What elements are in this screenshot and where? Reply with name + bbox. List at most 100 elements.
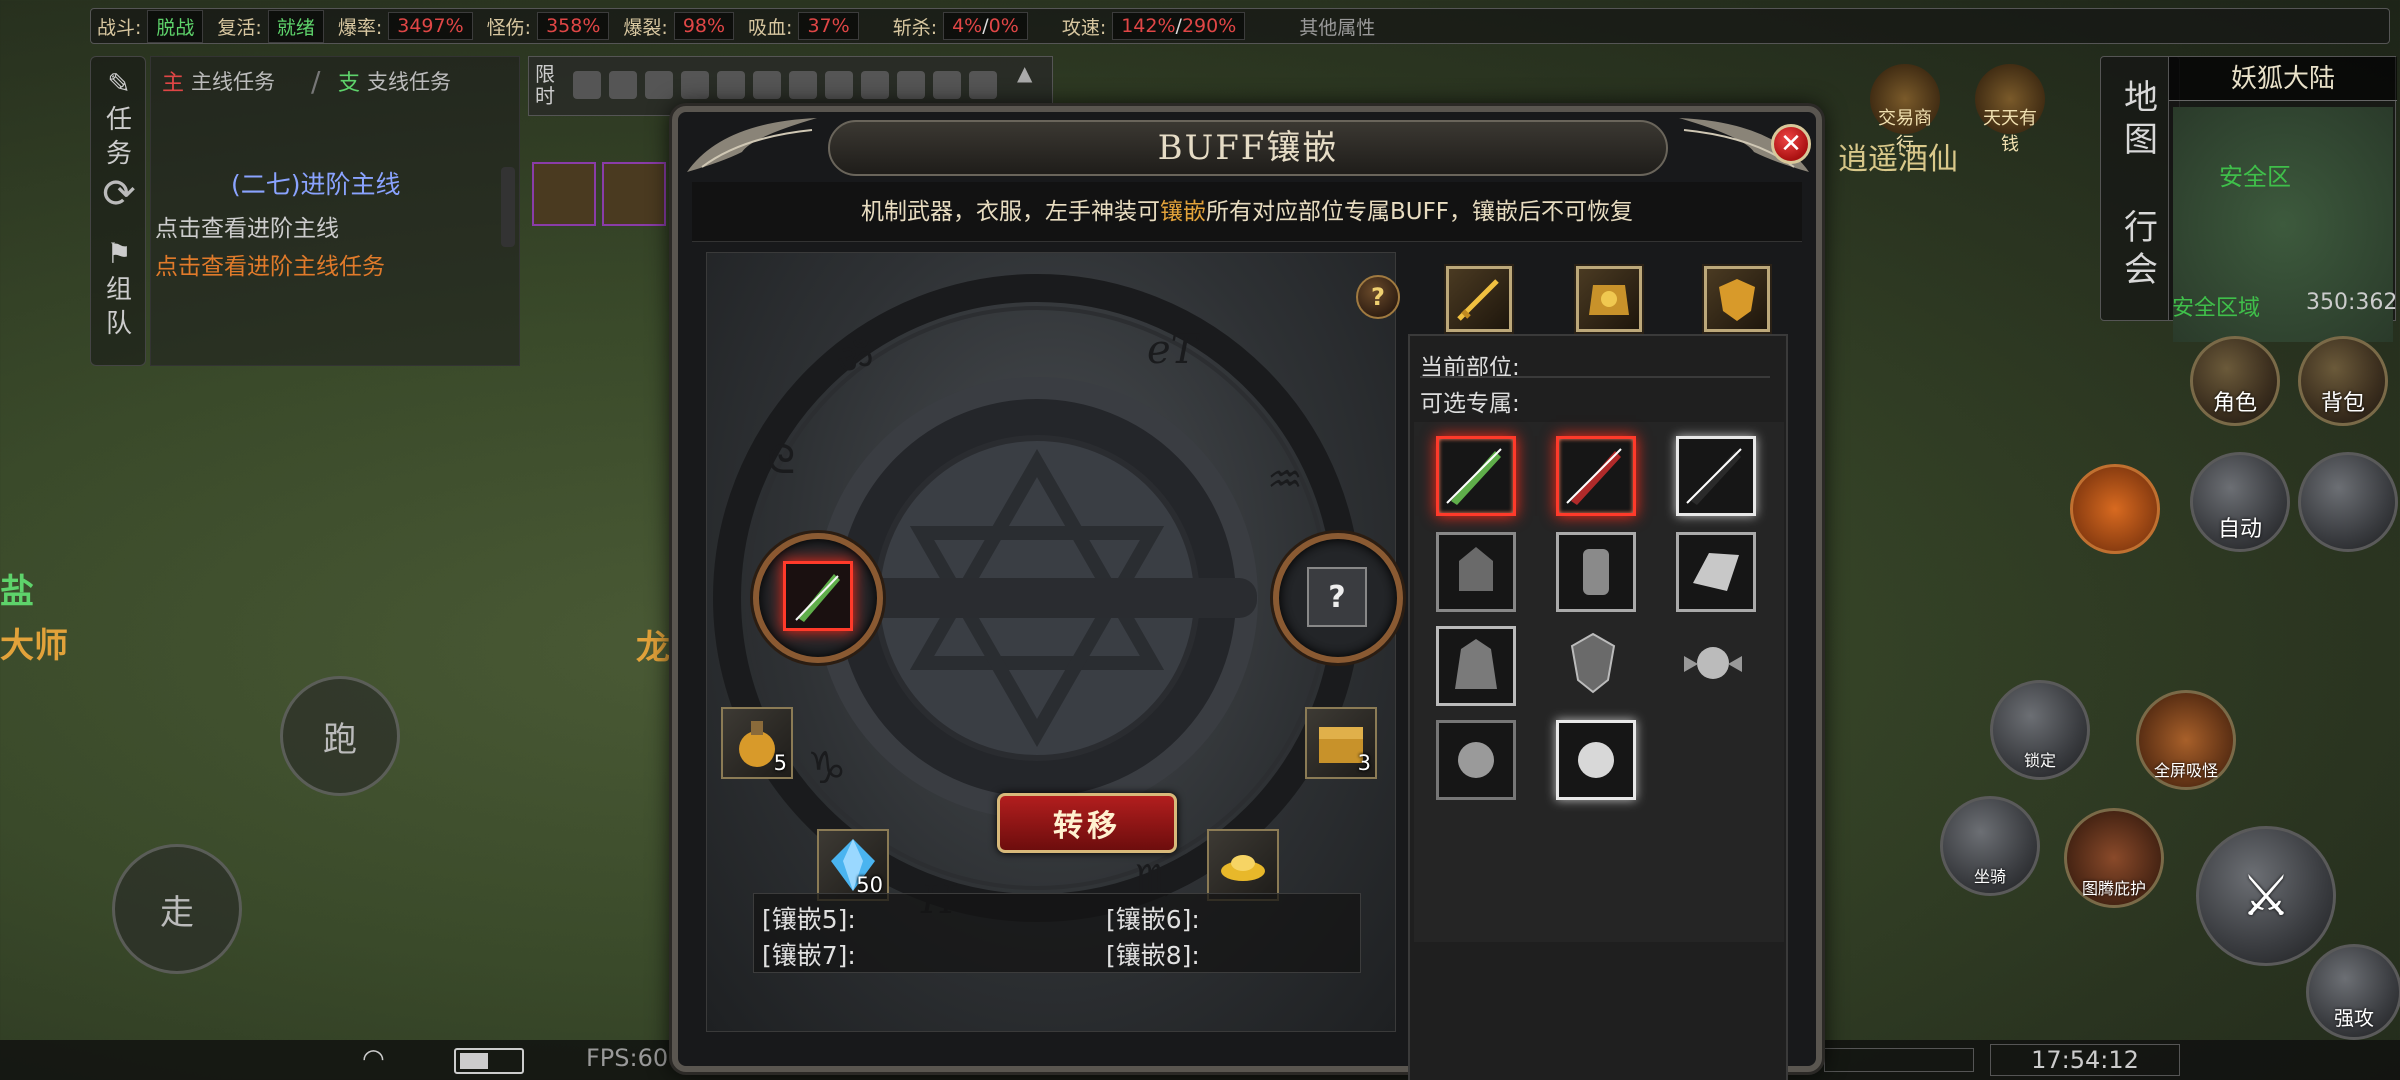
white-gauntlet-buff-slot[interactable] [1676, 532, 1756, 612]
stat-label: 斩杀: [892, 16, 938, 39]
stat-attack-speed: 攻速: 142%/290% [1062, 12, 1246, 40]
progress-track [1824, 1048, 1974, 1072]
team-tab[interactable]: 组队 [101, 273, 137, 341]
stat-label: 吸血: [748, 16, 793, 39]
event-icon[interactable] [825, 71, 853, 99]
map-button[interactable]: 地图 [2121, 77, 2161, 161]
white-beast-buff-slot[interactable] [1556, 720, 1636, 800]
rune-capricorn: ♑ [807, 743, 846, 794]
event-icon[interactable] [681, 71, 709, 99]
treasure-chest-item[interactable]: 3 [1305, 707, 1377, 779]
tab-divider: / [311, 64, 321, 98]
force-attack-button[interactable]: 强攻 [2306, 944, 2400, 1040]
scroll-item-slot[interactable] [532, 162, 596, 226]
stat-value: 脱战 [147, 9, 204, 43]
quest-task-link[interactable]: 点击查看进阶主线任务 [155, 247, 385, 281]
shuriken-skill-icon[interactable] [2298, 452, 2398, 552]
fullscreen-pull-button[interactable]: 全屏吸怪 [2136, 690, 2236, 790]
stat-monster-dmg: 怪伤: 358% [487, 12, 610, 40]
potion-item[interactable]: 5 [721, 707, 793, 779]
green-blade-buff-slot[interactable] [1436, 436, 1516, 516]
tribal-shield-buff-slot[interactable] [1556, 626, 1636, 706]
target-equip-slot[interactable]: ? [1273, 533, 1403, 663]
collapse-up-icon[interactable]: ▲ [1017, 61, 1032, 85]
gold-ingot-icon [1221, 855, 1265, 881]
guild-button[interactable]: 行会 [2121, 207, 2161, 291]
safe-zone-label: 安全区 [2219, 163, 2291, 191]
lock-button[interactable]: 锁定 [1990, 680, 2090, 780]
event-icon[interactable] [645, 71, 673, 99]
auto-button[interactable]: 自动 [2190, 452, 2290, 552]
event-icon[interactable] [609, 71, 637, 99]
optional-exclusive-label: 可选专属: [1420, 391, 1520, 417]
winged-skull-buff-slot[interactable] [1676, 626, 1756, 706]
weapon-part-tab[interactable] [1446, 266, 1512, 332]
demon-helm-icon [1459, 547, 1493, 591]
crystal-item[interactable]: 50 [817, 829, 889, 901]
event-icon[interactable] [753, 71, 781, 99]
stat-lifesteal: 吸血: 37% [748, 12, 859, 40]
stat-label: 爆裂: [623, 16, 668, 39]
armor-part-tab[interactable] [1576, 266, 1642, 332]
limited-label: 限时 [535, 62, 555, 108]
team-flag-icon: ⚑ [106, 237, 132, 270]
tab-main-quest[interactable]: 主 主线任务 [159, 63, 275, 99]
help-button[interactable]: ? [1356, 275, 1400, 319]
gold-ingot-item[interactable] [1207, 829, 1279, 901]
sword-attack-icon[interactable]: ⚔ [2196, 826, 2336, 966]
flame-skill-icon[interactable] [2070, 464, 2160, 554]
stat-value-2: 0% [988, 15, 1019, 37]
quest-title[interactable]: (二七)进阶主线 [231, 165, 401, 201]
task-tab[interactable]: 任务 [101, 103, 137, 171]
event-icon[interactable] [717, 71, 745, 99]
npc-title-partial: 大师 [0, 626, 68, 666]
unknown-target-icon: ? [1307, 567, 1367, 627]
event-icon[interactable] [933, 71, 961, 99]
demon-helm-buff-slot[interactable] [1436, 532, 1516, 612]
coordinates: 350:362 [2306, 290, 2398, 315]
mount-button[interactable]: 坐骑 [1940, 796, 2040, 896]
minimap[interactable]: 妖狐大陆 安全区 [2168, 56, 2397, 342]
safe-area-status: 安全区域 [2172, 296, 2261, 321]
gauntlet-icon [1693, 553, 1739, 591]
other-attributes-link[interactable]: 其他属性 [1299, 13, 1375, 40]
stat-value: 98% [673, 12, 735, 40]
role-button[interactable]: 角色 [2190, 336, 2280, 426]
chest-count: 3 [1357, 751, 1371, 775]
rune-swirl: ᘓ [767, 437, 795, 483]
event-icon[interactable] [861, 71, 889, 99]
wifi-icon: ◠ [362, 1044, 385, 1074]
stat-bar: 战斗: 脱战 复活: 就绪 爆率: 3497% 怪伤: 358% 爆裂: 98%… [90, 8, 2390, 44]
close-button[interactable]: ✕ [1771, 124, 1811, 164]
walk-button[interactable]: 走 [112, 844, 242, 974]
chain-armor-buff-slot[interactable] [1556, 532, 1636, 612]
tab-branch-quest[interactable]: 支 支线任务 [335, 63, 451, 99]
transfer-button[interactable]: 转移 [997, 793, 1177, 853]
red-blade-buff-slot[interactable] [1556, 436, 1636, 516]
inlay7-label: [镶嵌7]: [762, 941, 856, 970]
quest-collapse-handle[interactable] [501, 167, 515, 247]
refresh-icon[interactable]: ⟳ [101, 174, 137, 214]
bag-button[interactable]: 背包 [2298, 336, 2388, 426]
totem-protect-button[interactable]: 图腾庇护 [2064, 808, 2164, 908]
desc-text: 所有对应部位专属BUFF，镶嵌后不可恢复 [1205, 199, 1634, 225]
spiked-armor-icon [1455, 639, 1497, 689]
event-icon[interactable] [897, 71, 925, 99]
source-equip-slot[interactable] [753, 533, 883, 663]
event-icon[interactable] [969, 71, 997, 99]
run-button[interactable]: 跑 [280, 676, 400, 796]
scroll-item-slot[interactable] [602, 162, 666, 226]
event-icon[interactable] [573, 71, 601, 99]
spiked-armor-buff-slot[interactable] [1436, 626, 1516, 706]
npc-name-partial: 盐 [0, 572, 34, 612]
quest-side-tabs: ✎ 任务 ⟳ ⚑ 组队 [90, 56, 146, 366]
beast-claw-buff-slot[interactable] [1436, 720, 1516, 800]
stat-label: 爆率: [337, 16, 383, 39]
daily-money-banner[interactable]: 天天有钱 [1960, 64, 2060, 155]
event-icon[interactable] [789, 71, 817, 99]
white-blade-buff-slot[interactable] [1676, 436, 1756, 516]
npc-banner-title: 逍遥酒仙 [1838, 142, 1958, 177]
quest-detail-link[interactable]: 点击查看进阶主线 [155, 209, 339, 243]
trade-banner[interactable]: 交易商行 [1840, 64, 1970, 155]
offhand-part-tab[interactable] [1704, 266, 1770, 332]
